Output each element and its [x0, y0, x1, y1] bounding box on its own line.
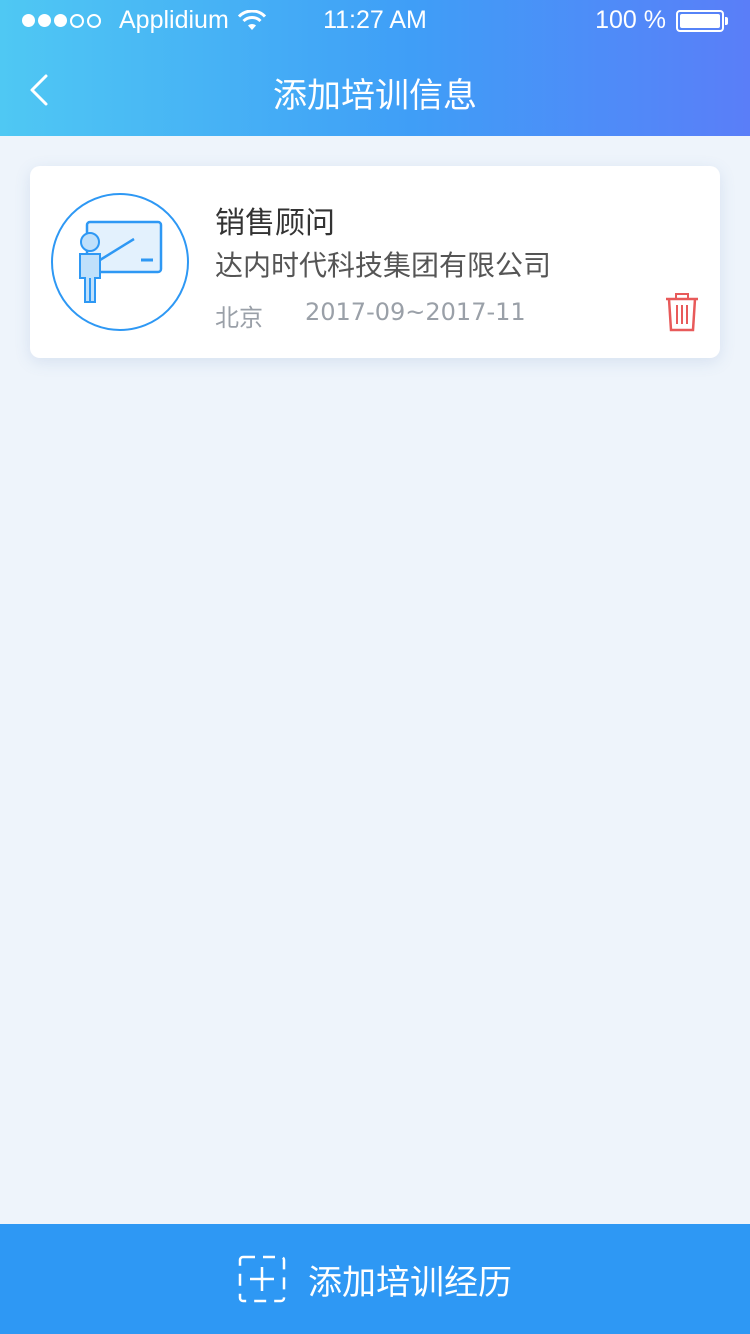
add-plus-icon — [238, 1255, 286, 1303]
page-title: 添加培训信息 — [273, 76, 477, 116]
trash-icon[interactable] — [664, 292, 700, 332]
battery-icon — [676, 9, 728, 32]
training-record-card[interactable]: 销售顾问 达内时代科技集团有限公司 北京 2017-09~2017-11 — [30, 166, 720, 358]
status-bar: Applidium 11:27 AM 100 % — [0, 0, 750, 42]
job-title: 销售顾问 — [215, 206, 335, 241]
nav-bar: 添加培训信息 — [0, 42, 750, 136]
training-city: 北京 — [215, 304, 263, 332]
add-training-button[interactable]: 添加培训经历 — [0, 1224, 750, 1334]
training-period: 2017-09~2017-11 — [305, 298, 526, 326]
add-training-label: 添加培训经历 — [308, 1262, 512, 1303]
battery-percent: 100 % — [595, 6, 666, 34]
header-bar: Applidium 11:27 AM 100 % 添加培训信息 — [0, 0, 750, 136]
company-name: 达内时代科技集团有限公司 — [215, 249, 552, 282]
teacher-board-icon — [51, 193, 189, 331]
